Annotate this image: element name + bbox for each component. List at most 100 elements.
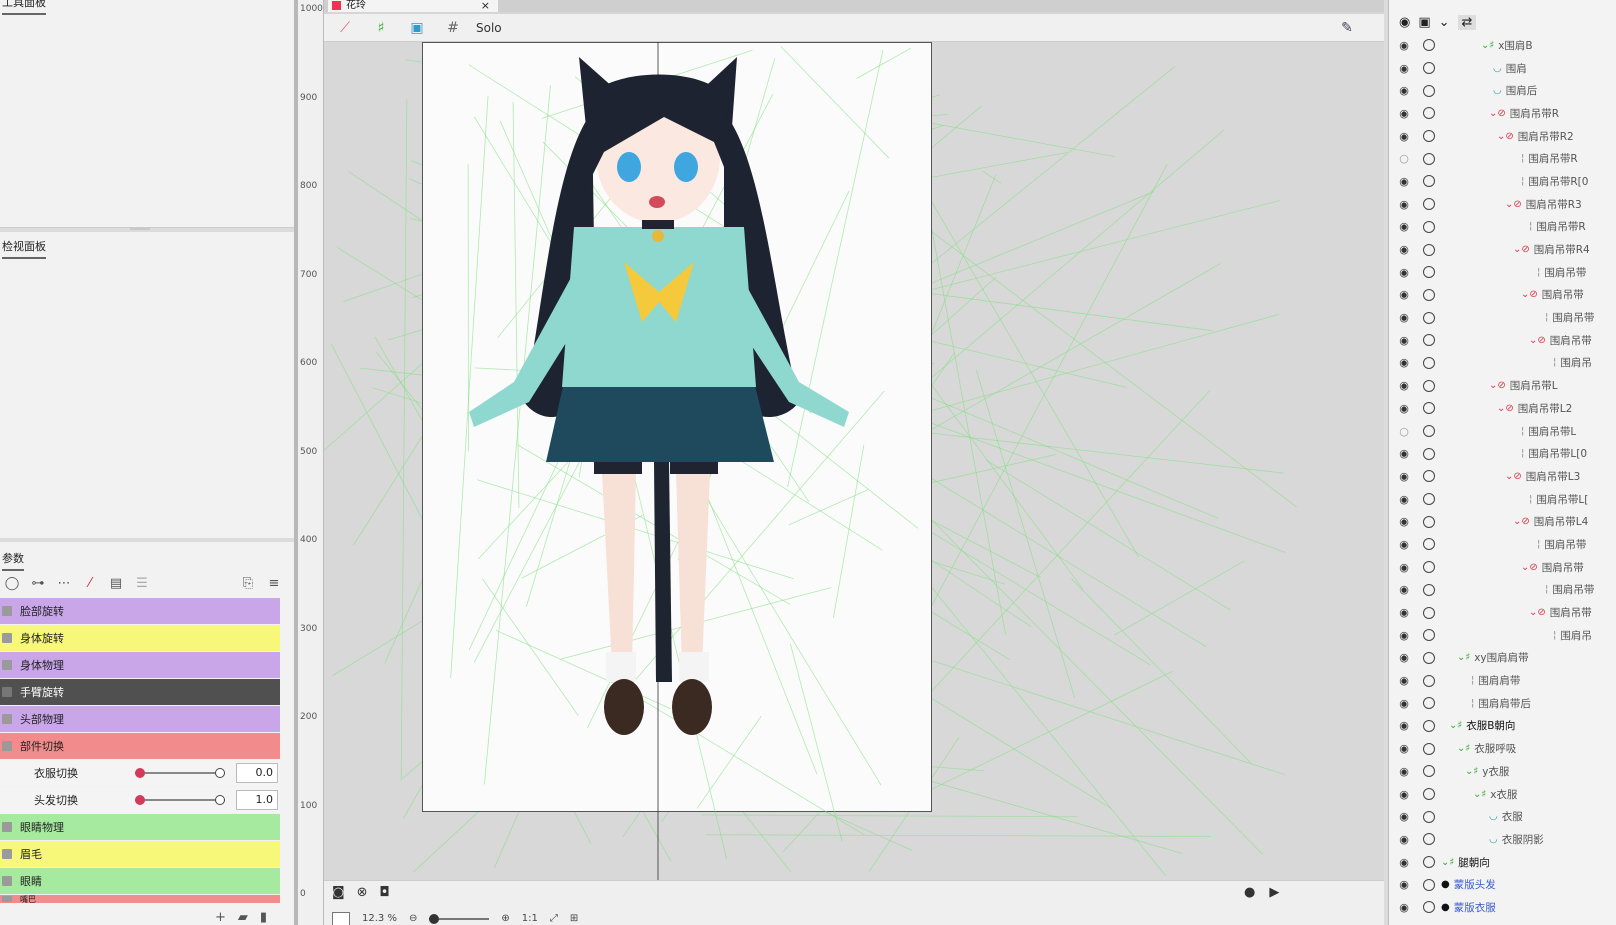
- deformer-icon[interactable]: ⌄♯: [1481, 40, 1494, 51]
- slider-knob[interactable]: [215, 795, 225, 805]
- rotation-deformer-icon[interactable]: ⌄⊘: [1489, 380, 1506, 391]
- param-group-face-rotate[interactable]: 脸部旋转: [0, 598, 280, 624]
- layer-row[interactable]: ◉ ⌄⊘ 围肩吊带R3: [1389, 193, 1616, 216]
- artmesh-icon[interactable]: ◡: [1489, 811, 1498, 822]
- layer-row[interactable]: ◉ ¦ 围肩吊: [1389, 352, 1616, 375]
- eye-icon[interactable]: ◉: [1397, 901, 1411, 914]
- lock-toggle-icon[interactable]: [1423, 220, 1435, 233]
- lock-toggle-icon[interactable]: [1423, 629, 1435, 642]
- hair-switch-slider[interactable]: [135, 795, 225, 805]
- artmesh-icon[interactable]: ◡: [1493, 63, 1502, 74]
- splitter-handle[interactable]: [130, 228, 150, 230]
- eye-icon[interactable]: ◉: [1397, 447, 1411, 460]
- rotation-deformer-icon[interactable]: ⌄⊘: [1529, 335, 1546, 346]
- eye-icon[interactable]: ◉: [1397, 39, 1411, 52]
- lock-toggle-icon[interactable]: [1423, 243, 1435, 256]
- menu-icon[interactable]: ≡: [264, 573, 284, 593]
- lock-toggle-icon[interactable]: [1423, 62, 1435, 75]
- rotation-deformer-icon[interactable]: ⌄⊘: [1489, 108, 1506, 119]
- eye-icon[interactable]: ◉: [1397, 742, 1411, 755]
- inspector-title[interactable]: 检视面板: [2, 236, 46, 259]
- rotation-deformer-icon[interactable]: ⌄⊘: [1505, 199, 1522, 210]
- zoom-level[interactable]: 12.3 %: [362, 913, 397, 924]
- eye-icon[interactable]: ◉: [1397, 538, 1411, 551]
- lock-toggle-icon[interactable]: [1423, 878, 1435, 891]
- lock-toggle-icon[interactable]: [1423, 402, 1435, 415]
- param-group-eye-physics[interactable]: 眼睛物理: [0, 814, 280, 840]
- rotation-deformer-icon[interactable]: ⌄⊘: [1529, 607, 1546, 618]
- layer-row[interactable]: ◉ ⌄⊘ 围肩吊带R4: [1389, 238, 1616, 261]
- lock-toggle-icon[interactable]: [1423, 425, 1435, 438]
- lock-toggle-icon[interactable]: [1423, 107, 1435, 120]
- artmesh-icon[interactable]: ¦: [1553, 630, 1556, 641]
- layer-row[interactable]: ◉ ¦ 围肩肩带: [1389, 669, 1616, 692]
- lock-toggle-icon[interactable]: [1423, 356, 1435, 369]
- lock-toggle-icon[interactable]: [1423, 379, 1435, 392]
- eye-icon[interactable]: ◉: [1397, 493, 1411, 506]
- layer-row[interactable]: ◉ ⌄♯ x围肩B: [1389, 34, 1616, 57]
- lock-toggle-icon[interactable]: [1423, 39, 1435, 52]
- table-icon[interactable]: ▤: [106, 573, 126, 593]
- lock-toggle-icon[interactable]: [1423, 583, 1435, 596]
- layer-row[interactable]: ◉ ¦ 围肩吊带L[: [1389, 488, 1616, 511]
- param-group-head-physics[interactable]: 头部物理: [0, 706, 280, 732]
- layer-row[interactable]: ◉ ⌄⊘ 围肩吊带R: [1389, 102, 1616, 125]
- layer-row[interactable]: ◉ ¦ 围肩吊带: [1389, 261, 1616, 284]
- lock-toggle-icon[interactable]: [1423, 470, 1435, 483]
- add-icon[interactable]: +: [215, 910, 226, 925]
- actual-size-button[interactable]: 1:1: [522, 913, 538, 924]
- eye-icon[interactable]: ◉: [1397, 243, 1411, 256]
- eye-off-icon[interactable]: ○: [1397, 425, 1411, 438]
- eye-icon[interactable]: ◉: [1397, 402, 1411, 415]
- eye-icon[interactable]: ◉: [1397, 220, 1411, 233]
- rotation-deformer-icon[interactable]: ⌄⊘: [1497, 403, 1514, 414]
- grid-icon[interactable]: #: [440, 17, 466, 39]
- rotation-deformer-icon[interactable]: ⌄⊘: [1513, 244, 1530, 255]
- lock-toggle-icon[interactable]: [1423, 651, 1435, 664]
- lock-toggle-icon[interactable]: [1423, 266, 1435, 279]
- close-tab-icon[interactable]: ×: [481, 0, 490, 12]
- eye-icon[interactable]: ◉: [1397, 515, 1411, 528]
- lock-toggle-icon[interactable]: [1423, 901, 1435, 914]
- layer-row[interactable]: ◉ ⌄⊘ 围肩吊带L2: [1389, 397, 1616, 420]
- eye-icon[interactable]: ◉: [1397, 288, 1411, 301]
- eye-icon[interactable]: ◉: [1397, 697, 1411, 710]
- layer-row[interactable]: ◉ ◡ 衣服: [1389, 805, 1616, 828]
- artmesh-icon[interactable]: ¦: [1521, 176, 1524, 187]
- param-group-eyebrow[interactable]: 眉毛: [0, 841, 280, 867]
- artmesh-icon[interactable]: ¦: [1529, 221, 1532, 232]
- eye-icon[interactable]: ◉: [1399, 15, 1410, 30]
- lock-toggle-icon[interactable]: [1423, 674, 1435, 687]
- lock-toggle-icon[interactable]: [1423, 788, 1435, 801]
- parameters-title[interactable]: 参数: [2, 548, 24, 571]
- layer-row[interactable]: ◉ ⌄⊘ 围肩吊带L3: [1389, 465, 1616, 488]
- layer-row[interactable]: ◉ ◡ 围肩: [1389, 57, 1616, 80]
- lock-toggle-icon[interactable]: [1423, 856, 1435, 869]
- eye-icon[interactable]: ◉: [1397, 130, 1411, 143]
- rotation-deformer-icon[interactable]: ⌄⊘: [1513, 516, 1530, 527]
- lock-icon[interactable]: ▣: [1418, 15, 1430, 30]
- rotation-deformer-icon[interactable]: ⌄⊘: [1505, 471, 1522, 482]
- pen-icon[interactable]: ✎: [1334, 17, 1360, 39]
- check-icon[interactable]: ◯: [2, 573, 22, 593]
- artmesh-icon[interactable]: ¦: [1545, 584, 1548, 595]
- artmesh-icon[interactable]: ¦: [1545, 312, 1548, 323]
- lock-toggle-icon[interactable]: [1423, 765, 1435, 778]
- param-group-part-switch[interactable]: 部件切换: [0, 733, 280, 759]
- lock-toggle-icon[interactable]: [1423, 175, 1435, 188]
- param-group-body-rotate[interactable]: 身体旋转: [0, 625, 280, 651]
- artmesh-icon[interactable]: ¦: [1471, 698, 1474, 709]
- deformer-icon[interactable]: ⌄♯: [1473, 789, 1486, 800]
- eye-icon[interactable]: ◉: [1397, 833, 1411, 846]
- rotation-deformer-icon[interactable]: ⌄⊘: [1521, 562, 1538, 573]
- rotation-deformer-icon[interactable]: ⌄⊘: [1521, 289, 1538, 300]
- layer-row[interactable]: ◉ ¦ 围肩吊: [1389, 624, 1616, 647]
- layer-row[interactable]: ◉ ⌄⊘ 围肩吊带: [1389, 601, 1616, 624]
- layer-row[interactable]: ◉ ⌄⊘ 围肩吊带: [1389, 556, 1616, 579]
- eye-icon[interactable]: ◉: [1397, 311, 1411, 324]
- layer-row[interactable]: ◉ ¦ 围肩吊带R[0: [1389, 170, 1616, 193]
- lock-toggle-icon[interactable]: [1423, 606, 1435, 619]
- lock-toggle-icon[interactable]: [1423, 334, 1435, 347]
- artmesh-icon[interactable]: ¦: [1553, 357, 1556, 368]
- lock-toggle-icon[interactable]: [1423, 810, 1435, 823]
